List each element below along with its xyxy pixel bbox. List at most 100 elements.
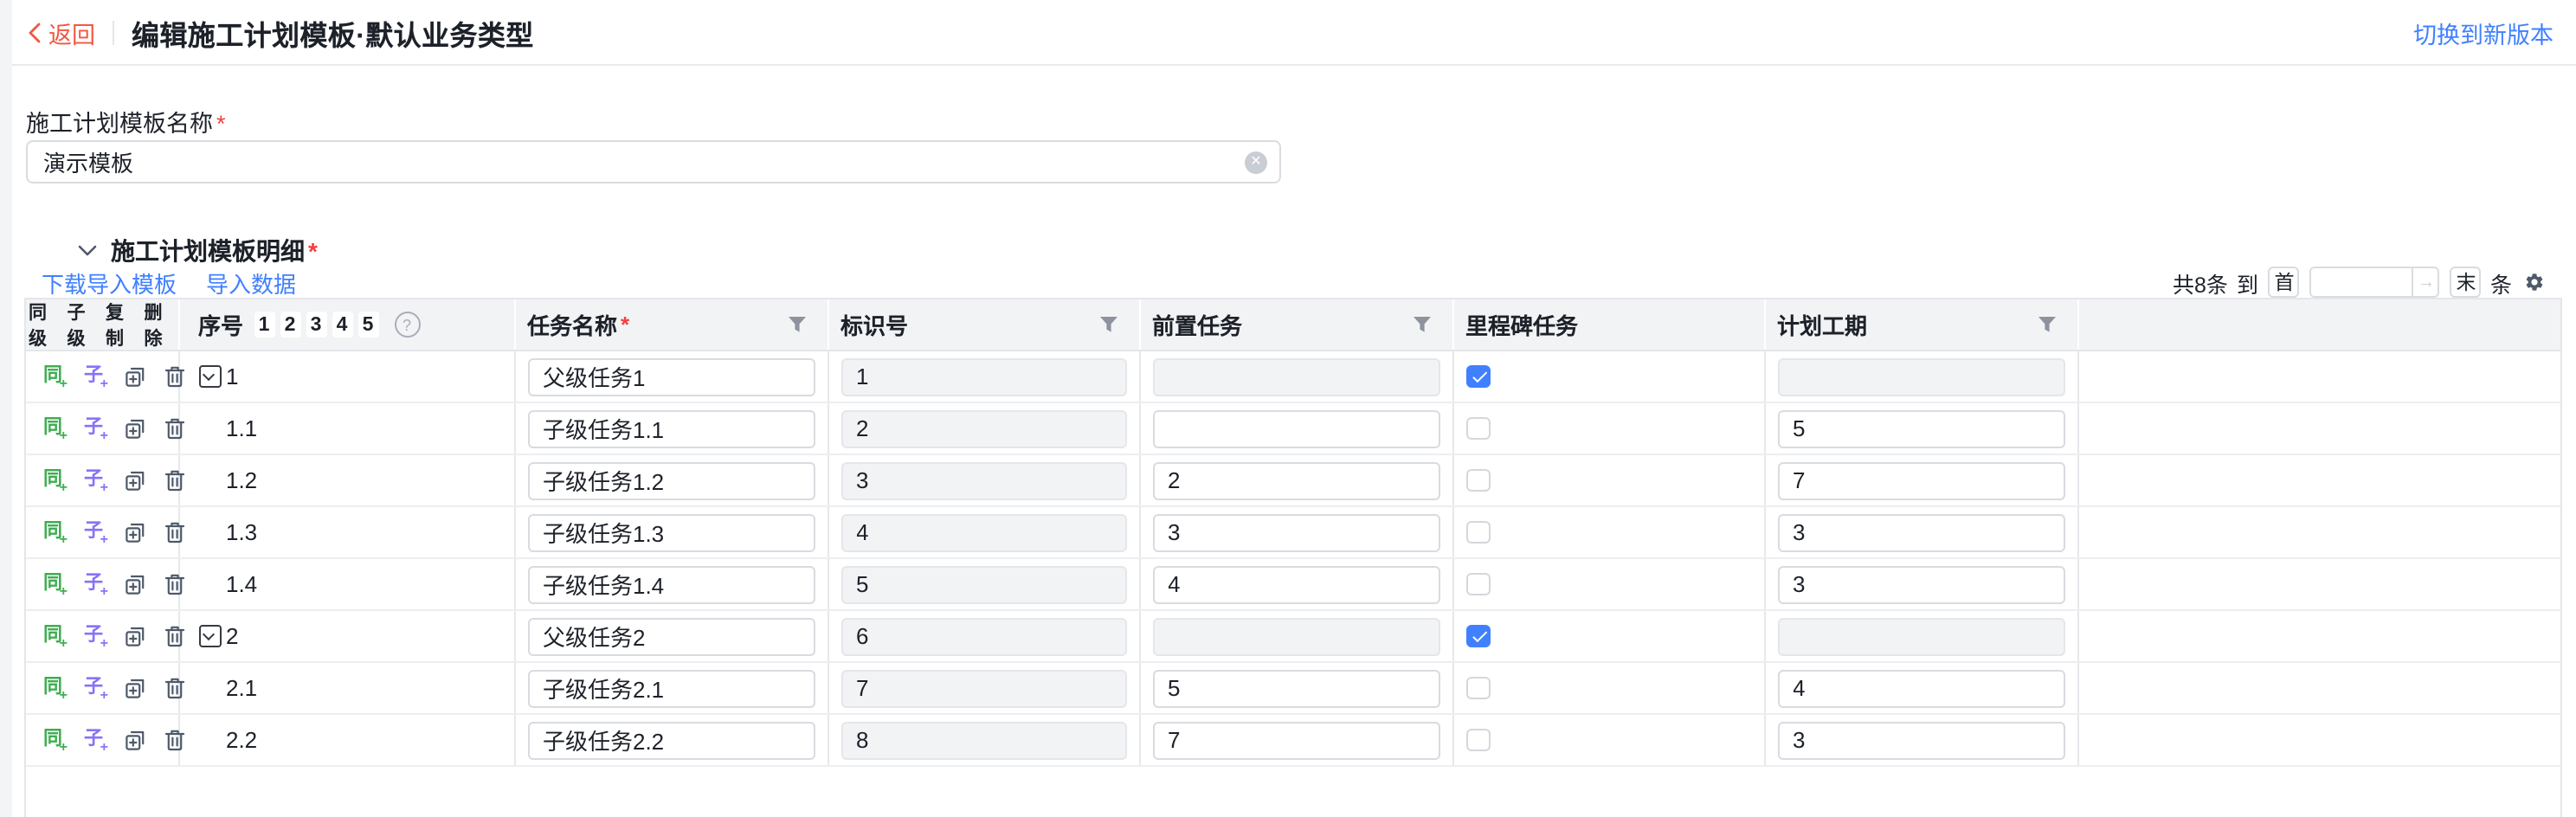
delete-row-icon[interactable] [164, 416, 186, 441]
predecessor-input[interactable] [1152, 461, 1439, 499]
row-filler-cell [2078, 403, 2560, 454]
add-child-icon[interactable]: 子+ [82, 364, 105, 389]
copy-row-icon[interactable] [123, 468, 145, 492]
goto-page-input[interactable] [2312, 268, 2412, 296]
add-sibling-icon[interactable]: 同+ [42, 520, 64, 544]
download-import-template-link[interactable]: 下载导入模板 [42, 266, 177, 299]
delete-row-icon[interactable] [164, 520, 186, 544]
add-child-icon[interactable]: 子+ [82, 468, 105, 492]
help-icon[interactable]: ? [394, 312, 420, 338]
copy-row-icon[interactable] [123, 624, 145, 648]
header-sibling: 同级 [29, 299, 59, 351]
row-filler-cell [2078, 715, 2560, 765]
task-name-input[interactable] [527, 513, 815, 551]
task-name-input[interactable] [527, 409, 815, 447]
import-data-link[interactable]: 导入数据 [206, 266, 296, 299]
task-name-input[interactable] [527, 357, 815, 396]
milestone-checkbox[interactable] [1466, 417, 1490, 441]
duration-input[interactable] [1777, 409, 2064, 447]
table-settings-gear-icon[interactable] [2524, 272, 2545, 293]
collapse-chevron-icon[interactable] [78, 244, 97, 258]
milestone-checkbox[interactable] [1466, 469, 1490, 492]
add-child-icon[interactable]: 子+ [82, 728, 105, 752]
delete-row-icon[interactable] [164, 676, 186, 700]
duration-input[interactable] [1777, 669, 2064, 707]
duration-filter-icon[interactable] [2037, 315, 2056, 334]
duration-input[interactable] [1777, 721, 2064, 759]
add-sibling-icon[interactable]: 同+ [42, 416, 64, 441]
predecessor-input[interactable] [1152, 565, 1439, 603]
goto-page-group: → [2310, 267, 2440, 298]
add-sibling-icon[interactable]: 同+ [42, 728, 64, 752]
predecessor-input[interactable] [1152, 721, 1439, 759]
predecessor-input[interactable] [1152, 669, 1439, 707]
task-name-input[interactable] [527, 461, 815, 499]
clear-input-icon[interactable] [1245, 151, 1267, 173]
task-name-input[interactable] [527, 617, 815, 655]
task-name-filter-icon[interactable] [787, 315, 806, 334]
required-mark: * [621, 312, 629, 338]
level-button-2[interactable]: 2 [280, 312, 300, 338]
add-sibling-icon[interactable]: 同+ [42, 364, 64, 389]
predecessor-input[interactable] [1152, 513, 1439, 551]
expand-toggle-icon[interactable] [198, 365, 221, 388]
duration-input[interactable] [1777, 513, 2064, 551]
first-page-button[interactable]: 首 [2269, 267, 2300, 298]
milestone-checkbox[interactable] [1466, 573, 1490, 596]
copy-row-icon[interactable] [123, 520, 145, 544]
row-duration-cell [1765, 611, 2078, 661]
add-child-icon[interactable]: 子+ [82, 416, 105, 441]
delete-row-icon[interactable] [164, 468, 186, 492]
row-milestone-cell [1453, 455, 1765, 505]
header-filler [2078, 299, 2560, 350]
predecessor-input[interactable] [1152, 409, 1439, 447]
row-duration-cell [1765, 507, 2078, 557]
level-button-3[interactable]: 3 [306, 312, 326, 338]
task-id-filter-icon[interactable] [1098, 315, 1117, 334]
milestone-checkbox[interactable] [1466, 625, 1490, 648]
add-child-icon[interactable]: 子+ [82, 624, 105, 648]
task-name-input[interactable] [527, 565, 815, 603]
expand-toggle-icon[interactable] [198, 625, 221, 647]
add-sibling-icon[interactable]: 同+ [42, 468, 64, 492]
milestone-checkbox[interactable] [1466, 729, 1490, 752]
copy-row-icon[interactable] [123, 416, 145, 441]
delete-row-icon[interactable] [164, 624, 186, 648]
add-child-icon[interactable]: 子+ [82, 520, 105, 544]
switch-to-new-version-link[interactable]: 切换到新版本 [2413, 15, 2553, 49]
row-milestone-cell [1453, 663, 1765, 713]
duration-input[interactable] [1777, 461, 2064, 499]
milestone-checkbox[interactable] [1466, 365, 1490, 389]
task-name-input[interactable] [527, 721, 815, 759]
task-name-input[interactable] [527, 669, 815, 707]
add-sibling-icon[interactable]: 同+ [42, 572, 64, 596]
copy-row-icon[interactable] [123, 728, 145, 752]
copy-row-icon[interactable] [123, 572, 145, 596]
table-toolbar: 下载导入模板 导入数据 共8条 到 首 → 末 条 [42, 267, 2545, 298]
row-predecessor-cell [1140, 715, 1453, 765]
table-header-row: 同级 子级 复制 删除 序号 1 2 3 4 5 ? 任务名称 * [25, 299, 2560, 351]
level-button-1[interactable]: 1 [254, 312, 274, 338]
back-button[interactable]: 返回 [28, 15, 95, 49]
delete-row-icon[interactable] [164, 572, 186, 596]
delete-row-icon[interactable] [164, 728, 186, 752]
delete-row-icon[interactable] [164, 364, 186, 389]
goto-arrow-button[interactable]: → [2412, 268, 2438, 296]
level-button-4[interactable]: 4 [332, 312, 352, 338]
last-page-button[interactable]: 末 [2450, 267, 2482, 298]
table-row: 同+ 子+ [25, 403, 2560, 455]
milestone-checkbox[interactable] [1466, 521, 1490, 544]
add-child-icon[interactable]: 子+ [82, 676, 105, 700]
row-task-id-cell [828, 455, 1140, 505]
template-name-input[interactable] [26, 140, 1281, 183]
level-button-5[interactable]: 5 [357, 312, 378, 338]
add-sibling-icon[interactable]: 同+ [42, 676, 64, 700]
copy-row-icon[interactable] [123, 676, 145, 700]
add-sibling-icon[interactable]: 同+ [42, 624, 64, 648]
predecessor-filter-icon[interactable] [1412, 315, 1431, 334]
duration-input[interactable] [1777, 565, 2064, 603]
milestone-checkbox[interactable] [1466, 677, 1490, 700]
copy-row-icon[interactable] [123, 364, 145, 389]
add-child-icon[interactable]: 子+ [82, 572, 105, 596]
row-seq-cell: 1.4 [179, 559, 515, 609]
